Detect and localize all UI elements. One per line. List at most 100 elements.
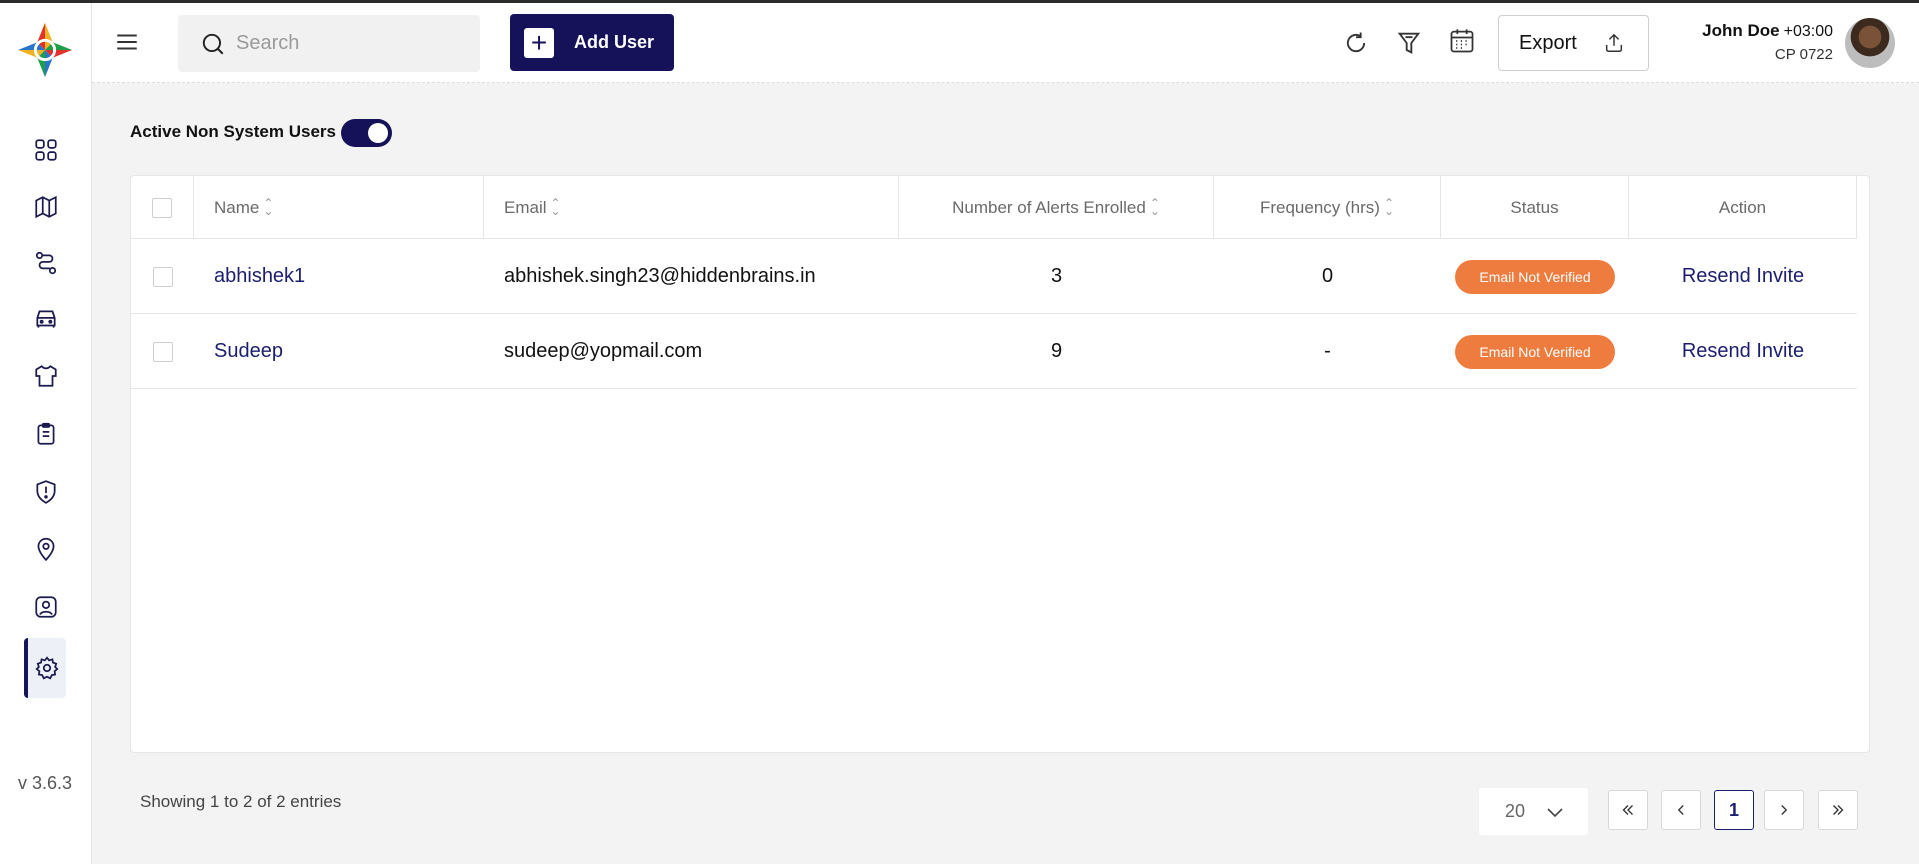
sidebar-item-profile[interactable]: [24, 585, 68, 629]
column-header-frequency[interactable]: Frequency (hrs) ⌃ ⌄: [1214, 176, 1441, 239]
location-pin-icon: [37, 537, 55, 562]
search-icon: [202, 33, 224, 54]
column-header-email[interactable]: Email ⌃ ⌄: [484, 176, 899, 239]
select-all-checkbox[interactable]: [152, 197, 172, 218]
table-header: Name ⌃ ⌄ Email ⌃ ⌄ Number of Alerts Enrolled…: [131, 176, 1857, 239]
sidebar-item-settings[interactable]: [24, 638, 66, 698]
user-timezone: +03:00: [1783, 23, 1833, 40]
route-icon: [35, 251, 57, 275]
column-label-frequency: Frequency (hrs): [1259, 197, 1380, 217]
page-size-select[interactable]: 20: [1479, 788, 1588, 835]
chevron-left-icon: [1677, 805, 1684, 815]
previous-page-button[interactable]: [1661, 790, 1701, 830]
status-badge: Email Not Verified: [1455, 334, 1615, 369]
header-select-all-cell: [131, 176, 194, 239]
column-label-status: Status: [1510, 197, 1559, 217]
row-checkbox[interactable]: [152, 341, 173, 362]
sidebar-item-dashboard[interactable]: [24, 128, 68, 172]
vehicle-icon: [36, 310, 56, 328]
user-code: CP 0722: [1774, 46, 1833, 63]
user-profile-icon: [35, 596, 57, 618]
column-header-alerts[interactable]: Number of Alerts Enrolled ⌃ ⌄: [899, 176, 1214, 239]
column-header-name[interactable]: Name ⌃ ⌄: [194, 176, 484, 239]
add-user-label: Add User: [574, 32, 655, 52]
sort-icon: ⌃ ⌄: [550, 196, 561, 218]
search-box: [178, 15, 480, 72]
status-cell: Email Not Verified: [1441, 239, 1629, 314]
export-button[interactable]: Export: [1498, 15, 1649, 71]
map-icon: [35, 195, 57, 219]
column-label-name: Name: [214, 197, 260, 217]
resend-invite-link[interactable]: Resend Invite: [1682, 340, 1804, 363]
plus-icon: +: [524, 27, 554, 58]
column-label-alerts: Number of Alerts Enrolled: [952, 197, 1146, 217]
filter-icon[interactable]: [1395, 29, 1423, 57]
users-table: Name ⌃ ⌄ Email ⌃ ⌄ Number of Alerts Enrolled…: [130, 175, 1870, 753]
entries-summary: Showing 1 to 2 of 2 entries: [140, 792, 342, 811]
resend-invite-link[interactable]: Resend Invite: [1682, 265, 1804, 288]
sidebar-item-uniforms[interactable]: [24, 354, 68, 398]
next-page-button[interactable]: [1764, 790, 1804, 830]
active-users-toggle-label: Active Non System Users: [130, 122, 336, 141]
frequency-cell: -: [1324, 340, 1331, 362]
app-version: v 3.6.3: [18, 773, 73, 793]
add-user-button[interactable]: + Add User: [510, 14, 674, 71]
user-name-text: John Doe: [1702, 21, 1780, 40]
top-header: + Add User Export John Doe+03:00 CP 0722: [92, 3, 1919, 83]
refresh-icon[interactable]: [1342, 29, 1370, 57]
alerts-count-cell: 3: [1050, 265, 1063, 287]
row-select-cell: [131, 314, 194, 389]
sidebar-item-vehicles[interactable]: [24, 297, 68, 341]
sort-icon: ⌃ ⌄: [1149, 196, 1160, 218]
table-row: Sudeep sudeep@yopmail.com 9 - Email Not …: [131, 314, 1857, 389]
shirt-icon: [35, 365, 57, 387]
row-checkbox[interactable]: [152, 266, 173, 287]
app-logo[interactable]: [16, 21, 74, 79]
sidebar-item-locations[interactable]: [24, 527, 68, 571]
column-label-action: Action: [1718, 197, 1767, 217]
status-badge: Email Not Verified: [1455, 259, 1615, 294]
action-cell: Resend Invite: [1629, 314, 1857, 389]
table-row: abhishek1 abhishek.singh23@hiddenbrains.…: [131, 239, 1857, 314]
sort-icon: ⌃ ⌄: [263, 196, 274, 218]
double-chevron-right-icon: [1833, 805, 1844, 815]
user-name-cell[interactable]: abhishek1: [214, 239, 305, 314]
avatar[interactable]: [1845, 18, 1895, 68]
user-email-cell: sudeep@yopmail.com: [504, 340, 703, 362]
first-page-button[interactable]: [1608, 790, 1648, 830]
active-users-toggle[interactable]: [341, 119, 392, 147]
chevron-right-icon: [1781, 805, 1788, 815]
clipboard-icon: [37, 422, 55, 445]
user-email-cell: abhishek.singh23@hiddenbrains.in: [504, 265, 816, 287]
upload-icon: [1605, 33, 1622, 52]
sort-icon: ⌃ ⌄: [1383, 196, 1395, 218]
search-input[interactable]: [236, 32, 466, 55]
double-chevron-left-icon: [1622, 805, 1633, 815]
column-label-email: Email: [504, 197, 547, 217]
user-name-cell[interactable]: Sudeep: [214, 314, 283, 389]
page-size-value: 20: [1505, 801, 1526, 821]
frequency-cell: 0: [1321, 265, 1334, 287]
sidebar: v 3.6.3: [0, 3, 92, 864]
chevron-down-icon: [1547, 807, 1563, 817]
user-name: John Doe +03:00: [1702, 21, 1833, 41]
action-cell: Resend Invite: [1629, 239, 1857, 314]
dashboard-icon: [35, 139, 57, 161]
calendar-icon[interactable]: [1448, 27, 1476, 55]
last-page-button[interactable]: [1818, 790, 1858, 830]
toggle-knob: [368, 123, 388, 143]
hamburger-menu-icon[interactable]: [114, 29, 140, 55]
page-number-button[interactable]: 1: [1714, 790, 1754, 830]
column-header-action: Action: [1629, 176, 1857, 239]
alert-shield-icon: [36, 480, 56, 504]
alerts-count-cell: 9: [1050, 340, 1063, 362]
sidebar-item-tasks[interactable]: [24, 412, 68, 456]
sidebar-item-alerts[interactable]: [24, 470, 68, 514]
row-select-cell: [131, 239, 194, 314]
settings-icon: [35, 656, 59, 680]
column-header-status: Status: [1441, 176, 1629, 239]
sidebar-item-routes[interactable]: [24, 241, 68, 285]
sidebar-item-map[interactable]: [24, 185, 68, 229]
status-cell: Email Not Verified: [1441, 314, 1629, 389]
export-label: Export: [1519, 31, 1577, 54]
